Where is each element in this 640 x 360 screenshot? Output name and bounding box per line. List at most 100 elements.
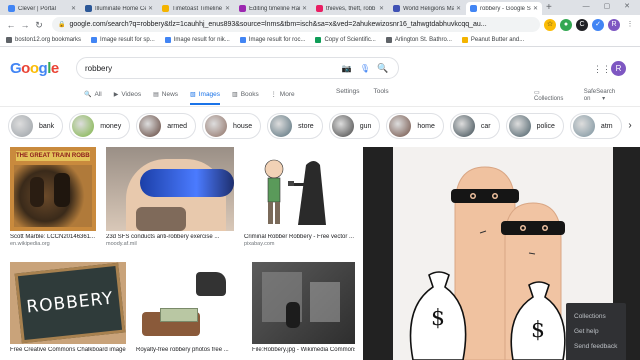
menu-item[interactable]: Send feedback: [566, 339, 626, 354]
browser-tab[interactable]: Editing timeline Rai ✕: [235, 2, 311, 15]
tab-images[interactable]: ▧ Images: [190, 88, 221, 105]
image-result[interactable]: ROBBERY Free Creative Commons Chalkboard…: [10, 262, 126, 353]
settings-link[interactable]: Settings: [336, 88, 360, 95]
bookmark-item[interactable]: Copy of Scientific...: [315, 37, 376, 43]
forward-icon[interactable]: →: [18, 18, 32, 32]
address-bar[interactable]: 🔒 google.com/search?q=robbery&tlz=1cauhh…: [52, 17, 540, 32]
chevron-right-icon[interactable]: ›: [622, 115, 638, 137]
image-result[interactable]: Royalty-free robbery photos free ...: [136, 262, 242, 353]
image-result[interactable]: 23d SFS conducts anti-robbery exercise .…: [106, 147, 234, 247]
close-icon[interactable]: ✕: [225, 5, 230, 12]
browser-tab[interactable]: Illuminate Home Ce ✕: [81, 2, 157, 15]
related-chip[interactable]: home: [386, 113, 444, 139]
mask: [136, 207, 186, 231]
camera-icon[interactable]: 📷: [342, 64, 352, 73]
menu-icon[interactable]: ⋮: [624, 18, 636, 31]
google-logo[interactable]: Google: [10, 60, 59, 77]
search-box[interactable]: robbery 📷 🎙 🔍: [76, 57, 399, 79]
svg-text:$: $: [531, 318, 545, 343]
related-chip[interactable]: store: [267, 113, 323, 139]
tab-label: Videos: [121, 90, 142, 98]
related-chip[interactable]: house: [202, 113, 262, 139]
result-thumbnail[interactable]: [106, 147, 234, 231]
profile-avatar[interactable]: R: [608, 18, 620, 31]
browser-tab[interactable]: robbery - Google S ✕: [466, 2, 542, 15]
result-thumbnail[interactable]: [252, 262, 355, 344]
extension-icon[interactable]: C: [576, 18, 588, 31]
result-caption: Free Creative Commons Chalkboard image .…: [10, 347, 126, 353]
image-result[interactable]: File:Robbery.jpg - Wikimedia Commons: [252, 262, 355, 353]
banknote: [160, 308, 198, 322]
result-thumbnail[interactable]: [244, 147, 354, 231]
related-chip[interactable]: bank: [8, 113, 64, 139]
image-result[interactable]: Criminal Robber Robbery - Free vector ..…: [244, 147, 354, 247]
related-chip[interactable]: atm: [569, 113, 622, 139]
related-chip[interactable]: car: [449, 113, 500, 139]
close-icon[interactable]: ✕: [533, 5, 538, 12]
chip-image: [72, 115, 95, 137]
bookmark-label: Image result for sp...: [100, 37, 155, 43]
result-thumbnail[interactable]: THE GREAT TRAIN ROBBERY: [10, 147, 96, 231]
close-icon[interactable]: ✕: [71, 5, 76, 12]
bookmark-item[interactable]: Arlington St. Bathro...: [385, 37, 452, 43]
browser-tab[interactable]: World Religions Ma ✕: [389, 2, 465, 15]
extension-icon[interactable]: ●: [560, 18, 572, 31]
close-icon[interactable]: ✕: [302, 5, 307, 12]
extension-icon[interactable]: ✓: [592, 18, 604, 31]
image-result[interactable]: THE GREAT TRAIN ROBBERY Scott Marble: LC…: [10, 147, 96, 247]
tab-title: Clever | Portal: [18, 5, 56, 12]
new-tab-icon[interactable]: +: [546, 2, 552, 15]
chip-label: home: [417, 122, 435, 130]
bookmark-item[interactable]: boston12.org bookmarks: [6, 37, 81, 43]
poster-banner: THE GREAT TRAIN ROBBERY: [16, 151, 90, 161]
result-thumbnail[interactable]: ROBBERY: [10, 262, 126, 344]
related-chip[interactable]: money: [69, 113, 131, 139]
related-chip[interactable]: armed: [136, 113, 197, 139]
tools-link[interactable]: Tools: [374, 88, 389, 95]
search-input[interactable]: robbery: [85, 64, 334, 73]
bookmark-label: Arlington St. Bathro...: [394, 37, 452, 43]
tab-books[interactable]: ▥ Books: [232, 88, 259, 100]
close-icon[interactable]: ✕: [456, 5, 461, 12]
window-controls[interactable]: — ▢ ✕: [583, 2, 636, 10]
chip-label: atm: [600, 122, 613, 130]
close-icon[interactable]: ✕: [148, 5, 153, 12]
search-icon[interactable]: 🔍: [376, 61, 390, 75]
bookmark-item[interactable]: Image result for roc...: [239, 37, 305, 43]
browser-tab[interactable]: Clever | Portal ✕: [4, 2, 80, 15]
tab-news[interactable]: ▤ News: [153, 88, 178, 100]
figure: [286, 302, 300, 328]
avatar[interactable]: R: [611, 61, 626, 76]
bookmark-item[interactable]: Peanut Butter and...: [461, 37, 524, 43]
chip-image: [572, 115, 595, 137]
result-thumbnail[interactable]: [136, 262, 242, 344]
tab-title: Editing timeline Rai: [249, 5, 300, 12]
browser-tab[interactable]: Timetoast Timeline ✕: [158, 2, 234, 15]
url-text: google.com/search?q=robbery&tlz=1cauhhj_…: [69, 21, 487, 28]
safesearch-link[interactable]: SafeSearch on ▾: [584, 89, 630, 102]
bookmark-item[interactable]: Image result for nik...: [164, 37, 230, 43]
tab-videos[interactable]: ▶ Videos: [114, 88, 141, 100]
tab-more[interactable]: ⋮ More: [271, 88, 295, 100]
reload-icon[interactable]: ↻: [32, 18, 46, 32]
back-icon[interactable]: ←: [4, 18, 18, 32]
chip-image: [389, 115, 412, 137]
tab-all[interactable]: 🔍 All: [84, 88, 102, 100]
tab-title: robbery - Google S: [480, 5, 531, 12]
right-links: ▭ Collections SafeSearch on ▾: [534, 89, 640, 102]
mic-icon[interactable]: 🎙: [360, 64, 370, 73]
related-chip[interactable]: gun: [328, 113, 381, 139]
browser-tab[interactable]: thieves, theft, robb ✕: [312, 2, 388, 15]
more-icon: ⋮: [270, 91, 277, 98]
star-icon[interactable]: ☆: [544, 18, 556, 31]
bookmark-icon: [385, 37, 392, 43]
bookmark-item[interactable]: Image result for sp...: [91, 37, 155, 43]
menu-item[interactable]: Collections: [566, 309, 626, 324]
related-chip[interactable]: police: [505, 113, 564, 139]
close-icon[interactable]: ✕: [379, 5, 384, 12]
collections-link[interactable]: ▭ Collections: [534, 89, 574, 102]
news-icon: ▤: [153, 91, 159, 98]
tab-title: World Religions Ma: [403, 5, 454, 12]
bookmark-icon: [164, 37, 171, 43]
menu-item[interactable]: Get help: [566, 324, 626, 339]
